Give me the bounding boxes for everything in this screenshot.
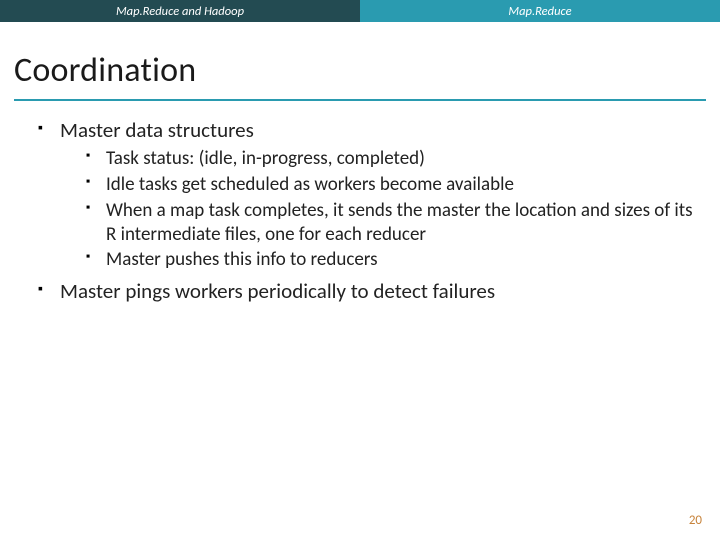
bullet-list: Master data structures Task status: (idl…	[24, 117, 696, 304]
breadcrumb-bar: Map.Reduce and Hadoop Map.Reduce	[0, 0, 720, 22]
bullet-text: Master pings workers periodically to det…	[60, 278, 495, 304]
bullet-text: Task status: (idle, in-progress, complet…	[106, 147, 425, 170]
bullet-text: When a map task completes, it sends the …	[106, 199, 693, 246]
list-item: Master pings workers periodically to det…	[38, 278, 696, 304]
title-container: Coordination	[0, 22, 720, 95]
sub-bullet-list: Task status: (idle, in-progress, complet…	[60, 147, 696, 272]
list-item: Task status: (idle, in-progress, complet…	[86, 147, 696, 171]
bullet-text: Master pushes this info to reducers	[106, 248, 378, 271]
content-area: Master data structures Task status: (idl…	[0, 101, 720, 304]
bullet-text: Idle tasks get scheduled as workers beco…	[106, 173, 514, 196]
breadcrumb-left-label: Map.Reduce and Hadoop	[116, 4, 244, 19]
bullet-text: Master data structures	[60, 117, 254, 143]
list-item: Master data structures Task status: (idl…	[38, 117, 696, 272]
slide: Map.Reduce and Hadoop Map.Reduce Coordin…	[0, 0, 720, 540]
breadcrumb-right: Map.Reduce	[360, 0, 720, 22]
page-number: 20	[689, 513, 702, 528]
page-title: Coordination	[14, 50, 706, 91]
breadcrumb-right-label: Map.Reduce	[508, 4, 571, 19]
list-item: Idle tasks get scheduled as workers beco…	[86, 173, 696, 197]
breadcrumb-left: Map.Reduce and Hadoop	[0, 0, 360, 22]
list-item: When a map task completes, it sends the …	[86, 199, 696, 247]
list-item: Master pushes this info to reducers	[86, 248, 696, 272]
